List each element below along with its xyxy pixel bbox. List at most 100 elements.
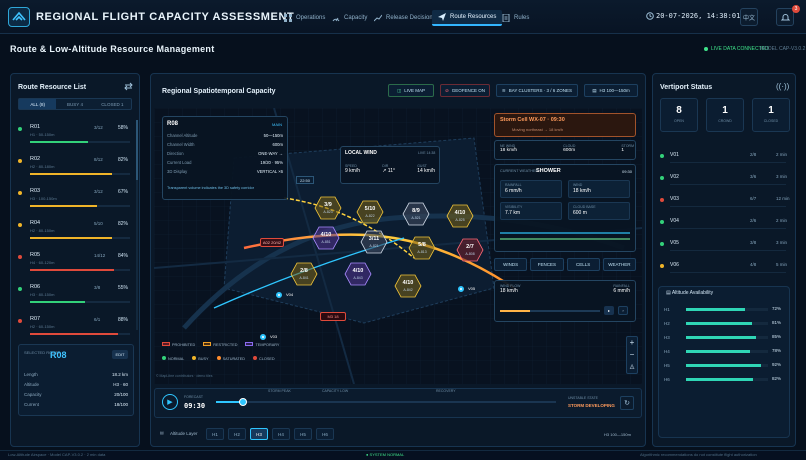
route-pct: 82%: [118, 157, 129, 163]
capacity-cell[interactable]: 5/8 A-813: [408, 236, 436, 260]
filter-winds[interactable]: WINDS: [494, 258, 528, 271]
timeline-play-button[interactable]: ▶: [162, 394, 178, 410]
field-key: Altitude: [24, 382, 40, 387]
timeline-track[interactable]: [216, 401, 556, 403]
compass-icon[interactable]: ◬: [627, 361, 637, 373]
reset-icon[interactable]: ↻: [620, 396, 634, 410]
altitude-chip[interactable]: ▤ H3 100—150m: [584, 84, 638, 97]
vertiport-ratio: 6/7: [750, 196, 757, 201]
vertiport-marker[interactable]: [260, 334, 266, 340]
route-pct: 67%: [118, 189, 129, 195]
nav-capacity[interactable]: Capacity: [326, 10, 373, 26]
tab-all[interactable]: ALL (8): [19, 99, 57, 109]
altitude-layer-tab[interactable]: H5: [294, 428, 312, 440]
tab-busy[interactable]: BUSY 4: [56, 99, 93, 109]
altitude-layer-tab[interactable]: H2: [228, 428, 246, 440]
capacity-cell[interactable]: 5/10 A-822: [356, 200, 384, 224]
route-row[interactable]: R03 H3 · 100-150m 3/12 67%: [18, 186, 132, 218]
vertiport-row[interactable]: V03 6/7 12 min: [660, 194, 790, 216]
flow-slider[interactable]: [500, 310, 600, 312]
cell-load: 3/11: [368, 236, 380, 242]
language-button[interactable]: 中文: [740, 8, 758, 26]
status-legend: NORMAL BUSY SATURATED CLOSED: [162, 356, 275, 361]
cell-load: 5/10: [364, 206, 376, 212]
route-card-note: Transparent volume indicates the 3D safe…: [167, 186, 255, 190]
time-marker[interactable]: 22:50: [296, 176, 314, 184]
language-label: 中文: [742, 15, 755, 22]
route-row[interactable]: R05 H4 · 60-120m 14/12 84%: [18, 250, 132, 282]
detail-key: RAINFALL: [505, 183, 522, 187]
altitude-bar: [686, 350, 768, 353]
nav-release-decision[interactable]: Release Decision: [368, 10, 439, 26]
stat-label: CROWD: [718, 119, 732, 123]
alert-marker[interactable]: A02 20/42: [260, 238, 284, 247]
zoom-out-button[interactable]: −: [627, 349, 637, 361]
capacity-cell[interactable]: 2/8 A-841: [290, 262, 318, 286]
capacity-cell[interactable]: 3/11 A-821: [360, 230, 388, 254]
capacity-cell[interactable]: 4/10 A-843: [344, 262, 372, 286]
wind-metric: GUST 14 km/h: [417, 164, 435, 174]
route-name: R03: [30, 188, 41, 194]
filter-fences[interactable]: FENCES: [530, 258, 564, 271]
filter-cells[interactable]: CELLS: [566, 258, 600, 271]
route-pct: 82%: [118, 221, 129, 227]
filter-weather[interactable]: WEATHER: [602, 258, 636, 271]
bay-clusters-chip[interactable]: ≋ BAY CLUSTERS · 3 / 6 ZONES: [496, 84, 578, 97]
route-load-bar: [30, 173, 130, 175]
route-row[interactable]: R01 H1 · 50-150m 3/12 58%: [18, 122, 132, 154]
altitude-name: H5: [664, 363, 670, 368]
status-dot: [660, 176, 664, 180]
row-value: 19/20 · 95%: [260, 160, 283, 165]
route-list-scrollbar[interactable]: [136, 120, 138, 330]
legend-dot: [162, 356, 166, 360]
capacity-cell[interactable]: 4/10 A-851: [312, 226, 340, 250]
vertiport-row[interactable]: V05 3/8 3 min: [660, 238, 790, 260]
altitude-range: H3 100—150m: [604, 432, 631, 437]
live-map-chip[interactable]: ◫ LIVE MAP: [388, 84, 434, 97]
vertiport-row[interactable]: V04 2/6 2 min: [660, 216, 790, 238]
zoom-in-button[interactable]: +: [627, 337, 637, 349]
vertiport-row[interactable]: V02 3/6 3 min: [660, 172, 790, 194]
route-row[interactable]: R07 H2 · 60-150m 6/1 88%: [18, 314, 132, 346]
metric-value: 18 km/h: [500, 288, 518, 294]
vertiport-name: V03: [670, 196, 679, 202]
capacity-cell[interactable]: 8/9 A-521: [402, 202, 430, 226]
nav-rules[interactable]: Rules: [496, 10, 535, 26]
capacity-cell[interactable]: 4/10 A-842: [394, 274, 422, 298]
notification-button[interactable]: [776, 8, 794, 26]
cell-id: A-521: [411, 216, 421, 220]
nav-route-resources[interactable]: Route Resources: [432, 10, 503, 26]
vertiport-marker[interactable]: [276, 292, 282, 298]
restricted-marker[interactable]: M3 18: [320, 312, 346, 321]
capacity-cell[interactable]: 2/7 A-808: [456, 238, 484, 262]
legend-swatch: [162, 342, 170, 346]
tab-closed[interactable]: CLOSED 1: [94, 99, 131, 109]
route-row[interactable]: R04 H2 · 80-150m 5/10 82%: [18, 218, 132, 250]
cell-load: 5/8: [418, 242, 426, 248]
flow-metrics: WIND FLOW 18 km/h RAINFALL 6 mm/h: [500, 284, 630, 294]
geofence-chip[interactable]: ⊘ GEOFENCE ON: [440, 84, 490, 97]
route-row[interactable]: R06 H3 · 80-150m 3/8 55%: [18, 282, 132, 314]
vertiport-name: V04: [670, 218, 679, 224]
vertiport-marker[interactable]: [458, 286, 464, 292]
capacity-cell[interactable]: 4/10 A-825: [446, 204, 474, 228]
nav-operations[interactable]: Operations: [278, 10, 331, 26]
cell-id: A-808: [465, 252, 475, 256]
play-button[interactable]: ▸: [604, 306, 614, 315]
vertiport-row[interactable]: V06 4/8 5 min: [660, 260, 790, 282]
scroll-thumb[interactable]: [136, 120, 138, 180]
wind-metric: SPEED 9 km/h: [345, 164, 360, 174]
edit-route-button[interactable]: EDIT: [112, 350, 128, 359]
vertiport-row[interactable]: V01 2/8 2 min: [660, 150, 790, 172]
route-settings-icon[interactable]: [124, 82, 133, 93]
altitude-layer-tab[interactable]: H1: [206, 428, 224, 440]
altitude-bar-fill: [686, 336, 756, 339]
altitude-layer-tab[interactable]: H3: [250, 428, 268, 440]
altitude-layer-tab[interactable]: H4: [272, 428, 290, 440]
altitude-layer-tab[interactable]: H6: [316, 428, 334, 440]
next-button[interactable]: ›: [618, 306, 628, 315]
route-row[interactable]: R02 H2 · 80-180m 8/12 82%: [18, 154, 132, 186]
nav-label: Release Decision: [386, 15, 433, 21]
capacity-cell[interactable]: 3/9 A-823: [314, 196, 342, 220]
route-ratio: 3/12: [94, 189, 103, 194]
